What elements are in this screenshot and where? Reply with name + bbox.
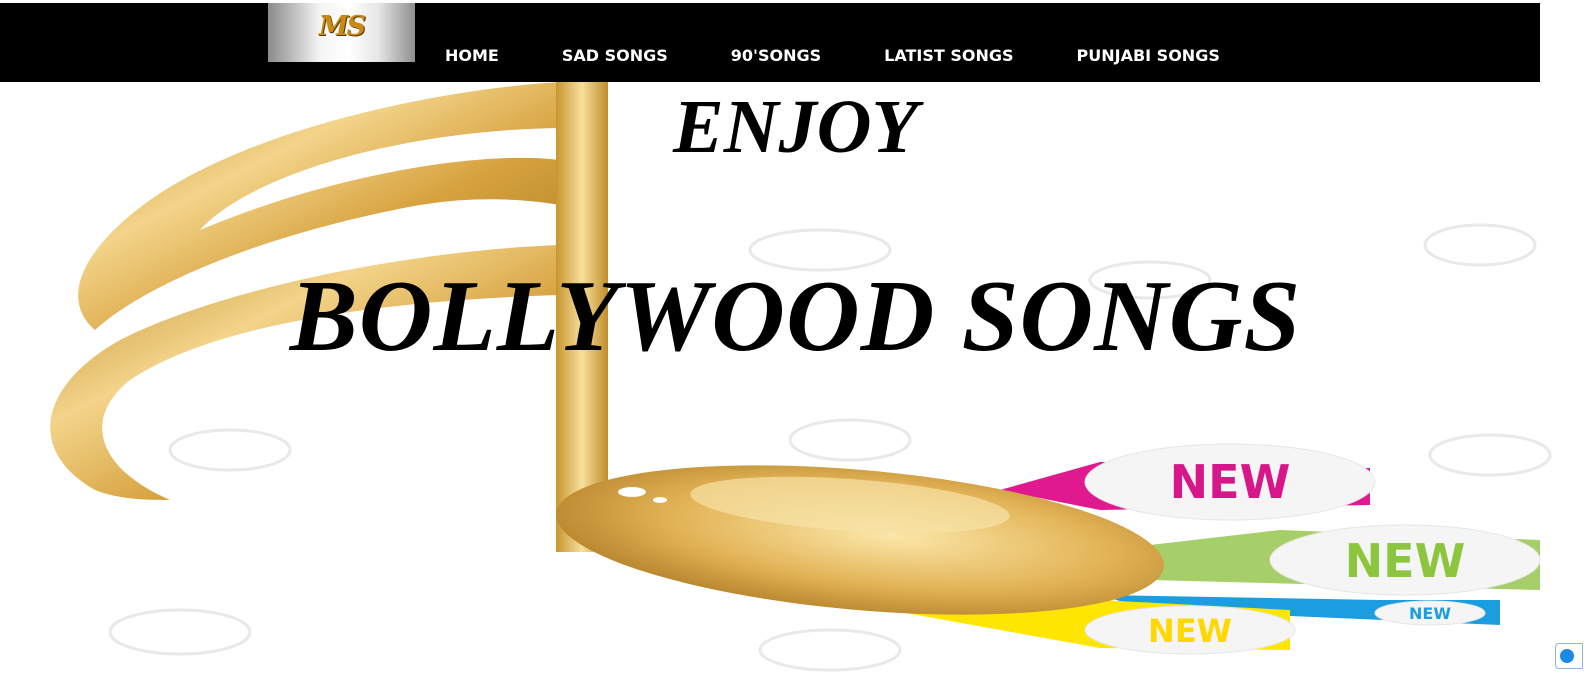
new-badge-text: NEW: [1345, 534, 1466, 588]
main-nav: HOME SAD SONGS 90'SONGS LATIST SONGS PUN…: [445, 46, 1283, 65]
new-badge-text: NEW: [1409, 604, 1451, 623]
hero-banner: NEW NEW NEW NEW ENJOY BOLLYWOOD SONGS: [0, 0, 1591, 690]
new-badge-text: NEW: [1148, 612, 1232, 650]
nav-home-link[interactable]: HOME: [445, 46, 499, 65]
corner-widget-icon[interactable]: [1555, 643, 1583, 669]
nav-punjabi-songs-link[interactable]: PUNJABI SONGS: [1077, 46, 1220, 65]
hero-title-enjoy: ENJOY: [673, 85, 918, 169]
top-navbar: MS HOME SAD SONGS 90'SONGS LATIST SONGS …: [0, 3, 1540, 82]
hero-title-bollywood-songs: BOLLYWOOD SONGS: [289, 260, 1302, 373]
site-logo[interactable]: MS: [268, 3, 415, 62]
nav-latist-songs-link[interactable]: LATIST SONGS: [884, 46, 1013, 65]
nav-sad-songs-link[interactable]: SAD SONGS: [562, 46, 668, 65]
nav-90s-songs-link[interactable]: 90'SONGS: [731, 46, 821, 65]
new-badge-text: NEW: [1170, 455, 1291, 509]
logo-text: MS: [318, 11, 366, 42]
